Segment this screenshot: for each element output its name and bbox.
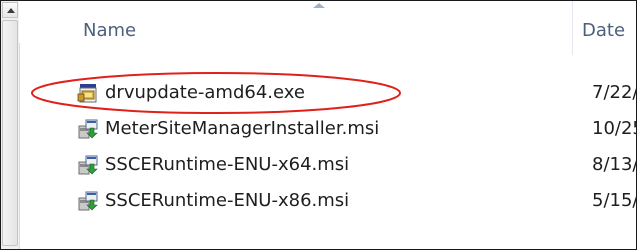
msi-installer-icon — [78, 155, 98, 175]
file-row[interactable]: MeterSiteManagerInstaller.msi 10/25 — [19, 112, 636, 146]
arrow-up-icon — [7, 8, 15, 13]
file-name: drvupdate-amd64.exe — [105, 82, 305, 103]
file-date: 10/25 — [592, 118, 636, 139]
column-header-name[interactable]: Name — [83, 20, 136, 41]
column-divider[interactable] — [572, 1, 573, 55]
file-name: MeterSiteManagerInstaller.msi — [105, 118, 380, 139]
vertical-scrollbar[interactable] — [1, 1, 20, 249]
msi-installer-icon — [78, 191, 98, 211]
file-row[interactable]: SSCERuntime-ENU-x86.msi 5/15/ — [19, 184, 636, 218]
file-list-pane: Name Date drvupdate-amd64.exe 7/22/ Mete… — [0, 0, 637, 250]
scrollbar-thumb[interactable] — [2, 20, 18, 246]
exe-installer-icon — [77, 84, 97, 103]
file-row[interactable]: drvupdate-amd64.exe 7/22/ — [19, 76, 636, 110]
column-header-date[interactable]: Date — [582, 20, 625, 41]
file-date: 7/22/ — [592, 82, 637, 103]
column-header-bar: Name Date — [19, 1, 636, 55]
sort-indicator-icon — [313, 3, 325, 8]
file-name: SSCERuntime-ENU-x86.msi — [105, 190, 350, 211]
file-date: 5/15/ — [592, 190, 637, 211]
scroll-up-button[interactable] — [2, 2, 18, 18]
file-date: 8/13/ — [592, 154, 637, 175]
msi-installer-icon — [78, 119, 98, 139]
file-name: SSCERuntime-ENU-x64.msi — [105, 154, 350, 175]
file-row[interactable]: SSCERuntime-ENU-x64.msi 8/13/ — [19, 148, 636, 182]
